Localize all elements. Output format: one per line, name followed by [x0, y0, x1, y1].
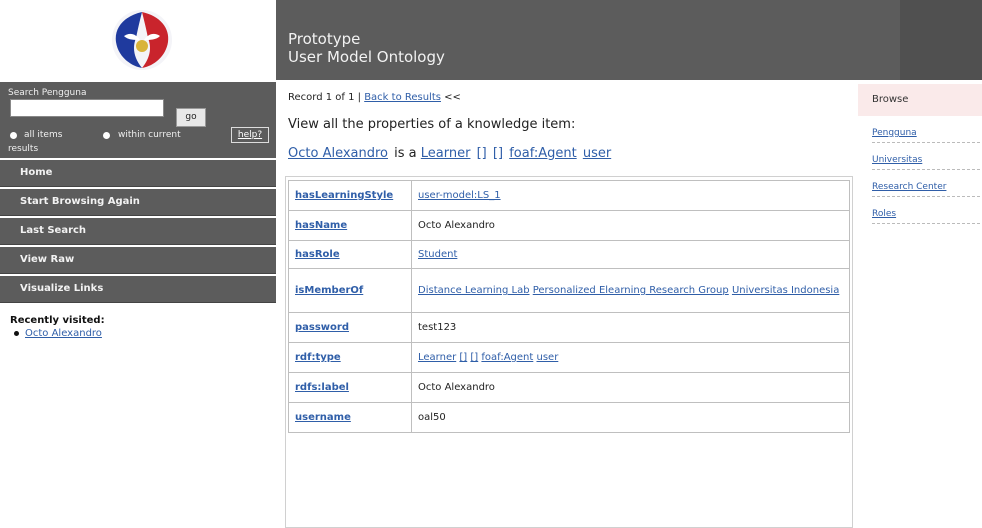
main-content: Record 1 of 1 | Back to Results << View …: [285, 88, 858, 528]
within-current-radio[interactable]: [103, 132, 110, 139]
record-suffix: <<: [444, 92, 461, 103]
property-value-link[interactable]: Learner: [418, 352, 456, 363]
property-key-cell: hasRole: [288, 240, 412, 269]
property-value-cell: Student: [411, 240, 850, 269]
property-value-text: test123: [418, 322, 457, 333]
sidebar: Search Pengguna go all items within curr…: [0, 82, 276, 339]
type-link[interactable]: []: [493, 146, 503, 161]
property-key-link[interactable]: hasLearningStyle: [295, 190, 393, 201]
property-key-link[interactable]: username: [295, 412, 351, 423]
all-items-label: all items: [24, 130, 63, 140]
property-value-cell: Distance Learning Lab Personalized Elear…: [411, 268, 850, 313]
browse-title: Browse: [858, 84, 982, 116]
type-link[interactable]: Learner: [421, 146, 471, 161]
nav-start-browsing-again[interactable]: Start Browsing Again: [0, 189, 276, 216]
properties-table: hasLearningStyle user-model:LS_1 hasName Oc…: [288, 180, 850, 433]
intro-text: View all the properties of a knowledge i…: [288, 117, 576, 132]
property-key-cell: username: [288, 402, 412, 433]
results-label: results: [8, 144, 39, 154]
nav-view-raw[interactable]: View Raw: [0, 247, 276, 274]
browse-item-universitas: Universitas: [872, 143, 980, 170]
nav-last-search[interactable]: Last Search: [0, 218, 276, 245]
app-header: Prototype User Model Ontology: [276, 0, 982, 80]
property-row: hasRole Student: [288, 240, 850, 269]
property-row: rdf:type Learner [] [] foaf:Agent user: [288, 342, 850, 373]
property-row: rdfs:label Octo Alexandro: [288, 372, 850, 403]
is-a-text: is a: [394, 146, 417, 161]
back-to-results-link[interactable]: Back to Results: [364, 92, 441, 103]
browse-item-pengguna: Pengguna: [872, 116, 980, 143]
type-link[interactable]: foaf:Agent: [509, 146, 576, 161]
property-value-link[interactable]: foaf:Agent: [481, 352, 533, 363]
go-button[interactable]: go: [176, 108, 206, 127]
property-row: hasLearningStyle user-model:LS_1: [288, 180, 850, 211]
property-value-link[interactable]: Distance Learning Lab: [418, 285, 530, 296]
nav-home[interactable]: Home: [0, 160, 276, 187]
browse-item-roles: Roles: [872, 197, 980, 224]
property-value-text: Octo Alexandro: [418, 220, 495, 231]
property-key-link[interactable]: hasRole: [295, 249, 340, 260]
item-summary: Octo Alexandro is a Learner [] [] foaf:A…: [288, 146, 858, 161]
browse-link[interactable]: Pengguna: [872, 128, 917, 138]
browse-link[interactable]: Roles: [872, 209, 896, 219]
property-value-link[interactable]: Personalized Elearning Research Group: [533, 285, 729, 296]
search-input[interactable]: [10, 99, 164, 117]
browse-item-research-center: Research Center: [872, 170, 980, 197]
recently-visited-list: Octo Alexandro: [14, 328, 276, 339]
type-link[interactable]: []: [477, 146, 487, 161]
property-value-cell: oal50: [411, 402, 850, 433]
property-value-cell: user-model:LS_1: [411, 180, 850, 211]
property-value-cell: Octo Alexandro: [411, 372, 850, 403]
property-row: password test123: [288, 312, 850, 343]
property-value-link[interactable]: user: [537, 352, 559, 363]
property-key-cell: hasName: [288, 210, 412, 241]
property-key-cell: rdf:type: [288, 342, 412, 373]
property-row: username oal50: [288, 402, 850, 433]
within-current-label: within current: [118, 130, 181, 140]
property-value-cell: test123: [411, 312, 850, 343]
property-key-link[interactable]: hasName: [295, 220, 347, 231]
browse-panel: Browse Pengguna Universitas Research Cen…: [858, 84, 982, 224]
browse-link[interactable]: Research Center: [872, 182, 946, 192]
bullet-icon: [14, 330, 19, 336]
property-value-link[interactable]: []: [470, 352, 478, 363]
property-value-link[interactable]: user-model:LS_1: [418, 190, 501, 201]
property-value-link[interactable]: []: [459, 352, 467, 363]
property-value-cell: Learner [] [] foaf:Agent user: [411, 342, 850, 373]
property-value-text: oal50: [418, 412, 446, 423]
record-navigation: Record 1 of 1 | Back to Results <<: [288, 92, 858, 103]
university-logo-icon: [112, 10, 172, 70]
header-accent: [900, 0, 982, 80]
property-key-cell: rdfs:label: [288, 372, 412, 403]
logo-area: [0, 0, 276, 80]
help-button[interactable]: help?: [231, 127, 269, 143]
search-panel: Search Pengguna go all items within curr…: [0, 82, 276, 158]
property-key-link[interactable]: rdfs:label: [295, 382, 349, 393]
page-title: Prototype User Model Ontology: [288, 30, 445, 66]
property-key-link[interactable]: rdf:type: [295, 352, 341, 363]
browse-link[interactable]: Universitas: [872, 155, 922, 165]
property-key-cell: isMemberOf: [288, 268, 412, 313]
search-label: Search Pengguna: [8, 88, 87, 98]
property-value-link[interactable]: Student: [418, 249, 457, 260]
recently-visited-heading: Recently visited:: [10, 315, 105, 326]
property-key-link[interactable]: isMemberOf: [295, 285, 363, 296]
property-row: isMemberOf Distance Learning Lab Personal…: [288, 268, 850, 313]
nav-visualize-links[interactable]: Visualize Links: [0, 276, 276, 303]
property-value-text: Octo Alexandro: [418, 382, 495, 393]
type-link[interactable]: user: [583, 146, 611, 161]
property-value-cell: Octo Alexandro: [411, 210, 850, 241]
property-key-cell: hasLearningStyle: [288, 180, 412, 211]
property-key-link[interactable]: password: [295, 322, 349, 333]
property-row: hasName Octo Alexandro: [288, 210, 850, 241]
property-key-cell: password: [288, 312, 412, 343]
record-count: Record 1 of 1 |: [288, 92, 361, 103]
property-value-link[interactable]: Universitas Indonesia: [732, 285, 839, 296]
all-items-radio[interactable]: [10, 132, 17, 139]
recent-item-link[interactable]: Octo Alexandro: [25, 328, 102, 339]
subject-link[interactable]: Octo Alexandro: [288, 146, 388, 161]
